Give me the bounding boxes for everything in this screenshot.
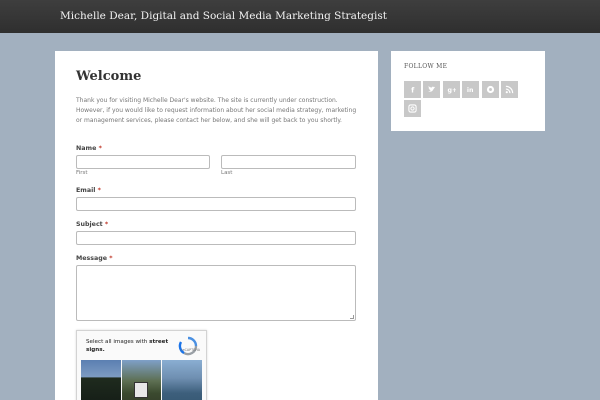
street-sign-image: [133, 382, 148, 398]
svg-text:f: f: [411, 86, 415, 94]
facebook-icon[interactable]: f: [404, 81, 421, 98]
pinterest-icon[interactable]: [482, 81, 499, 98]
name-label-text: Name: [76, 145, 97, 152]
required-marker: *: [109, 255, 113, 262]
name-label: Name *: [76, 145, 102, 152]
site-header: Michelle Dear, Digital and Social Media …: [0, 0, 600, 33]
required-marker: *: [104, 221, 109, 228]
message-textarea[interactable]: [76, 265, 356, 321]
subject-label: Subject *: [76, 221, 108, 228]
last-name-input[interactable]: [221, 155, 356, 169]
subject-label-text: Subject: [76, 221, 103, 228]
captcha-image-grid: [81, 360, 202, 400]
last-name-sublabel: Last: [221, 170, 233, 176]
captcha-instruction-prefix: Select all images with: [86, 339, 148, 345]
required-marker: *: [98, 145, 102, 152]
linkedin-icon[interactable]: in: [462, 81, 479, 98]
first-name-sublabel: First: [76, 170, 88, 176]
captcha-image-tile[interactable]: [81, 360, 121, 400]
follow-me-widget: FOLLOW ME f g+ in: [391, 51, 545, 131]
email-label-text: Email: [76, 187, 96, 194]
svg-text:in: in: [467, 87, 474, 94]
resize-handle-icon[interactable]: [350, 315, 354, 319]
captcha-image-tile[interactable]: [121, 360, 162, 400]
main-content: Welcome Thank you for visiting Michelle …: [55, 51, 378, 400]
widget-title: FOLLOW ME: [404, 63, 448, 70]
intro-text: Thank you for visiting Michelle Dear's w…: [76, 97, 357, 124]
page-title: Welcome: [76, 69, 142, 84]
captcha-image-tile[interactable]: [162, 360, 202, 400]
recaptcha-brand: reCAPTCHA: [181, 348, 200, 352]
recaptcha-logo-icon: [178, 336, 198, 356]
required-marker: *: [97, 187, 101, 194]
captcha-instruction: Select all images with street signs.: [86, 338, 170, 354]
first-name-input[interactable]: [76, 155, 210, 169]
recaptcha-challenge: Select all images with street signs. reC…: [76, 330, 207, 400]
twitter-icon[interactable]: [423, 81, 440, 98]
instagram-icon[interactable]: [404, 100, 421, 117]
google-plus-icon[interactable]: g+: [443, 81, 460, 98]
svg-text:g+: g+: [447, 87, 456, 94]
email-label: Email *: [76, 187, 101, 194]
message-label-text: Message: [76, 255, 108, 262]
rss-icon[interactable]: [501, 81, 518, 98]
message-label: Message *: [76, 255, 113, 262]
email-input[interactable]: [76, 197, 356, 211]
site-title[interactable]: Michelle Dear, Digital and Social Media …: [60, 10, 387, 22]
subject-input[interactable]: [76, 231, 356, 245]
